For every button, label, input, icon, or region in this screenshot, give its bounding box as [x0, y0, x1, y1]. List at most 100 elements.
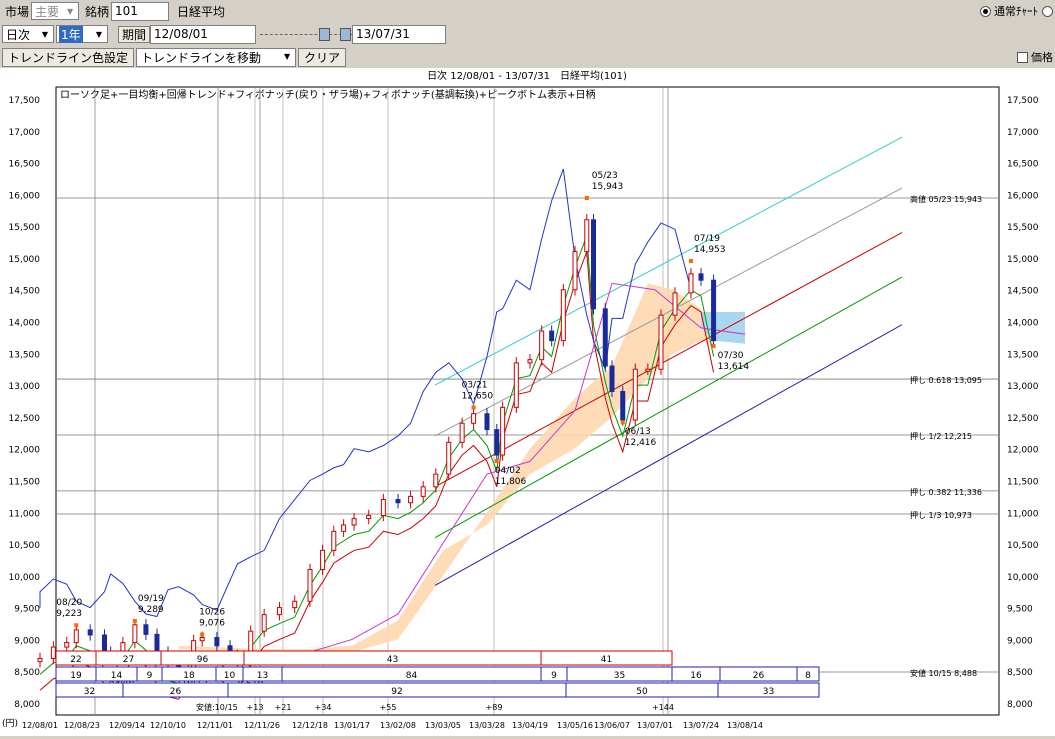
candle-body	[199, 637, 205, 642]
fib-level-label: 高値 05/23 15,943	[910, 194, 982, 204]
chevron-down-icon: ▼	[41, 29, 49, 39]
date-from-input[interactable]: 12/08/01	[150, 24, 257, 44]
trend-color-button[interactable]: トレンドライン色設定	[2, 47, 135, 67]
hibara-mark-label: +34	[315, 703, 332, 712]
y-tick-label-left: 17,000	[9, 128, 41, 138]
y-tick-label-left: 16,000	[9, 191, 41, 201]
clear-button[interactable]: クリア	[298, 47, 347, 67]
peak-value-label: 13,614	[718, 362, 750, 372]
peak-marker	[620, 420, 625, 425]
candle-body	[433, 473, 439, 488]
period-span-select[interactable]: 1年 ▼	[56, 25, 108, 43]
chevron-down-icon: ▼	[95, 29, 103, 39]
hibara-count-label: 35	[614, 671, 625, 681]
candle-body	[632, 368, 638, 421]
hibara-mark-label: +89	[486, 703, 503, 712]
y-tick-label-right: 9,000	[1007, 636, 1033, 646]
peak-value-label: 11,806	[495, 477, 527, 487]
y-tick-label-right: 12,000	[1007, 446, 1039, 456]
slider-handle-left[interactable]	[319, 27, 331, 41]
slider-handle-right[interactable]	[340, 27, 352, 41]
candle-body	[37, 657, 43, 663]
y-tick-label-left: 12,000	[9, 446, 41, 456]
x-tick-label: 12/08/01	[22, 721, 58, 730]
trend-action-select[interactable]: トレンドラインを移動 ▼	[136, 47, 297, 67]
candle-body	[292, 600, 298, 609]
candle-body	[584, 219, 590, 253]
hibara-count-label: 16	[690, 671, 702, 681]
hibara-count-label: 27	[123, 655, 134, 665]
y-tick-label-left: 17,500	[9, 96, 41, 106]
fib-level-label: 押し 0.618 13,095	[910, 375, 982, 385]
candle-body	[620, 390, 626, 421]
candle-body	[214, 637, 220, 647]
hibara-mark-label: +13	[247, 703, 264, 712]
candle-body	[572, 251, 578, 291]
y-tick-label-right: 10,500	[1007, 541, 1039, 551]
y-tick-label-right: 10,000	[1007, 573, 1039, 583]
fib-level-label: 安値 10/15 8,488	[910, 668, 977, 678]
peak-value-label: 9,289	[138, 605, 164, 615]
market-select[interactable]: 主要 ▼	[31, 2, 80, 20]
candle-body	[320, 549, 326, 570]
hibara-count-label: 84	[406, 671, 418, 681]
candle-body	[711, 279, 717, 342]
period-type-select[interactable]: 日次 ▼	[2, 25, 54, 43]
price-checkbox[interactable]: 価格	[1017, 49, 1053, 65]
code-label: 銘柄	[85, 4, 110, 19]
candle-body	[459, 422, 465, 443]
y-tick-label-left: 8,500	[14, 668, 40, 678]
y-tick-label-left: 8,000	[14, 700, 40, 710]
candle-body	[366, 514, 372, 520]
peak-value-label: 12,416	[625, 438, 657, 448]
y-unit-label: (円)	[2, 718, 18, 729]
y-tick-label-left: 15,500	[9, 223, 41, 233]
fib-level-label: 押し 1/3 10,973	[910, 510, 972, 520]
candle-body	[73, 629, 79, 644]
code-input[interactable]: 101	[111, 1, 170, 21]
candle-body	[261, 614, 267, 632]
stock-chart[interactable]: 日次 12/08/01 - 13/07/31 日経平均(101) ローソク足+一…	[0, 68, 1055, 736]
peak-date-label: 03/21	[462, 380, 488, 390]
y-tick-label-right: 13,500	[1007, 350, 1039, 360]
peak-date-label: 07/19	[694, 234, 720, 244]
chart-title: 日次 12/08/01 - 13/07/31 日経平均(101)	[427, 69, 627, 82]
peak-marker	[584, 195, 589, 200]
y-tick-label-right: 13,000	[1007, 382, 1039, 392]
y-tick-label-left: 11,500	[9, 477, 41, 487]
x-tick-label: 13/08/14	[727, 721, 763, 730]
peak-marker	[711, 344, 716, 349]
chart-mode-normal-radio[interactable]: 通常ﾁｬｰﾄ	[980, 3, 1038, 19]
candle-body	[513, 362, 519, 408]
chart-area[interactable]: 日次 12/08/01 - 13/07/31 日経平均(101) ローソク足+一…	[0, 68, 1055, 736]
hibara-count-label: 10	[224, 671, 236, 681]
fib-level-label: 押し 0.382 11,336	[910, 487, 982, 497]
hibara-count-label: 32	[84, 687, 95, 697]
peak-date-label: 09/19	[138, 594, 164, 604]
y-tick-label-right: 16,000	[1007, 191, 1039, 201]
candle-body	[380, 499, 386, 516]
y-tick-label-left: 9,500	[14, 605, 40, 615]
candle-body	[602, 308, 608, 367]
peak-marker	[689, 258, 693, 263]
hibara-count-label: 14	[111, 671, 123, 681]
y-tick-label-left: 14,500	[9, 287, 41, 297]
candle-body	[154, 633, 160, 653]
y-tick-label-left: 10,000	[9, 573, 41, 583]
peak-date-label: 10/26	[199, 608, 225, 618]
peak-date-label: 06/13	[625, 427, 651, 437]
peak-value-label: 15,943	[592, 182, 624, 192]
x-tick-label: 12/12/18	[292, 721, 328, 730]
candle-body	[132, 624, 138, 644]
period-slider[interactable]	[260, 25, 353, 44]
chevron-down-icon: ▼	[66, 6, 74, 16]
y-tick-label-right: 14,000	[1007, 319, 1039, 329]
y-tick-label-left: 13,000	[9, 382, 41, 392]
candle-body	[645, 368, 651, 372]
chart-mode-alt-radio[interactable]	[1042, 5, 1053, 17]
date-to-input[interactable]: 13/07/31	[352, 24, 447, 44]
y-tick-label-right: 9,500	[1007, 605, 1033, 615]
candle-body	[446, 441, 452, 475]
candle-body	[341, 524, 347, 532]
y-tick-label-right: 14,500	[1007, 287, 1039, 297]
